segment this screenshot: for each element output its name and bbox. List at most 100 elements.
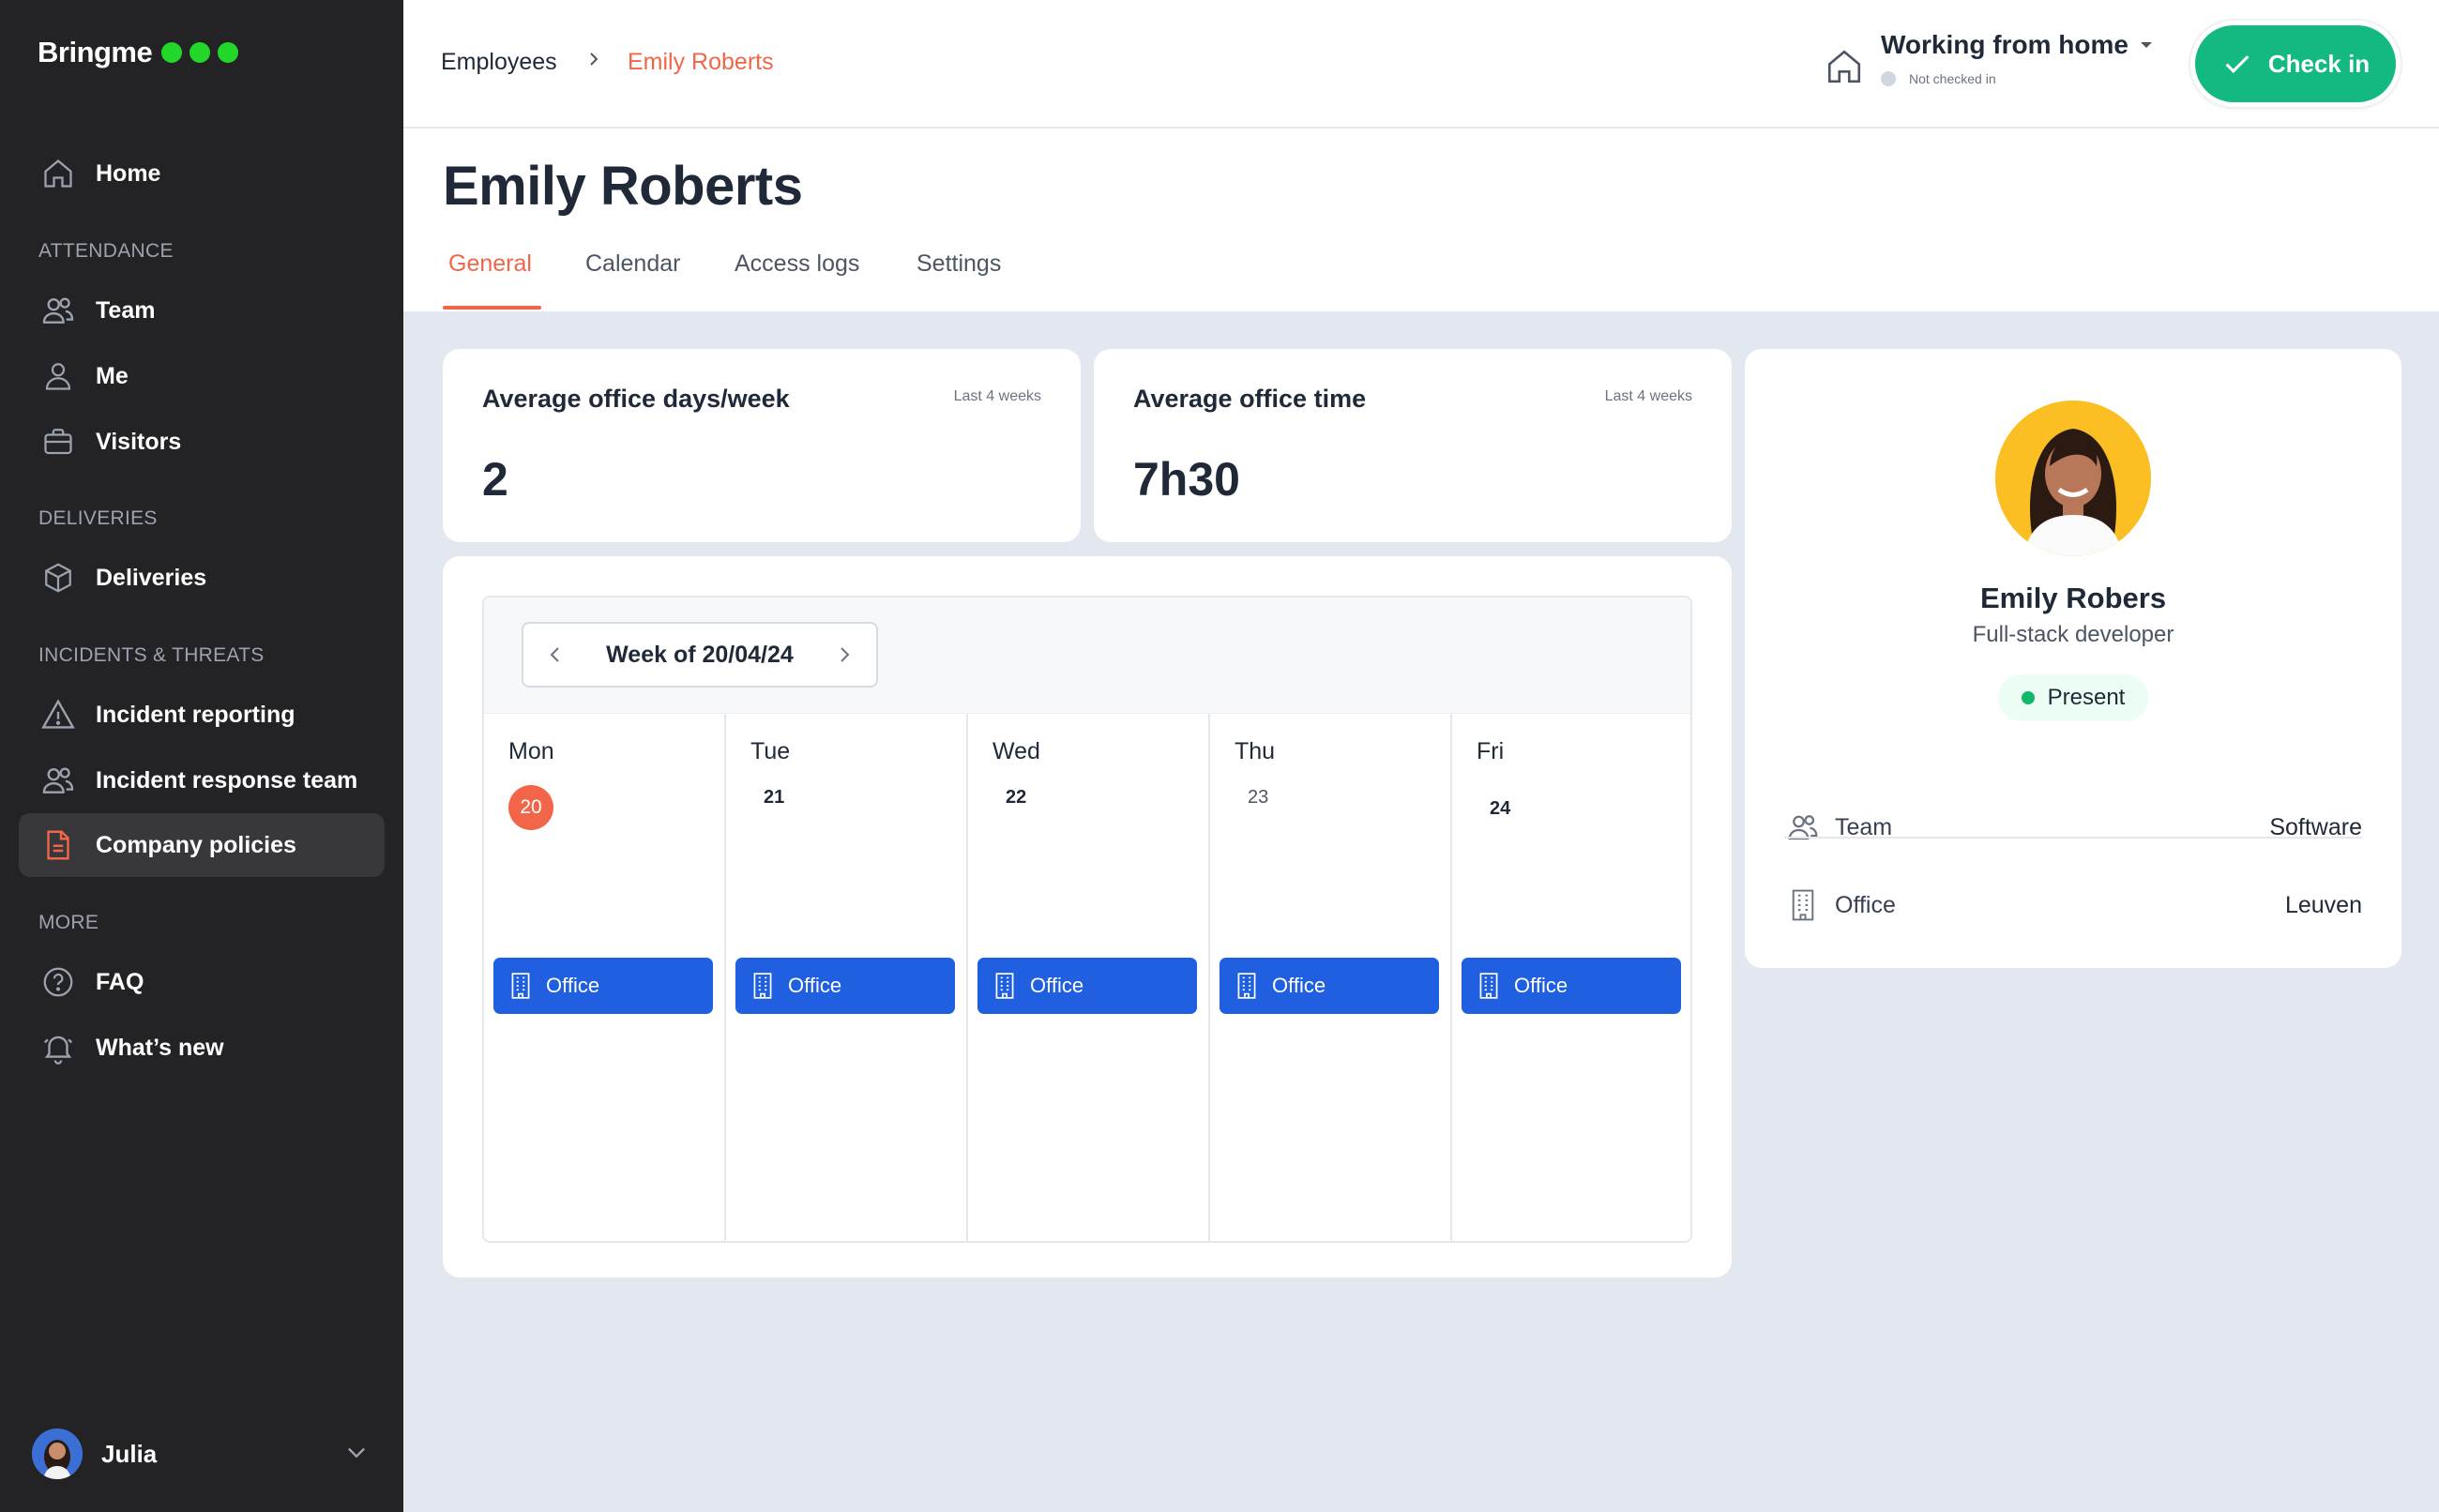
caret-down-icon	[2140, 40, 2153, 50]
day-number: 21	[764, 787, 785, 808]
day-name: Mon	[508, 738, 554, 764]
active-tab-indicator	[443, 306, 541, 310]
user-name: Julia	[101, 1439, 158, 1468]
profile-office-row: Office Leuven	[1784, 877, 2362, 933]
profile-avatar	[1995, 401, 2151, 556]
sidebar-item-home[interactable]: Home	[19, 142, 385, 205]
sidebar-item-company-policies[interactable]: Company policies	[19, 813, 385, 877]
office-event-label: Office	[1272, 974, 1326, 997]
breadcrumb-separator-icon	[584, 47, 603, 78]
office-event-label: Office	[1030, 974, 1084, 997]
sidebar-item-visitors[interactable]: Visitors	[19, 410, 385, 474]
building-icon	[1784, 886, 1822, 924]
sidebar-item-label: Deliveries	[96, 564, 207, 591]
sidebar-item-team[interactable]: Team	[19, 279, 385, 342]
sidebar-item-whats-new[interactable]: What’s new	[19, 1016, 385, 1080]
office-event[interactable]: Office	[735, 958, 955, 1014]
sidebar-item-label: Visitors	[96, 428, 182, 455]
sidebar-item-label: Home	[96, 159, 161, 187]
checkin-status: Not checked in	[1881, 71, 2153, 86]
sidebar: Bringme Home ATTENDANCE Team Me Visitors…	[0, 0, 403, 1512]
calendar-header: Week of 20/04/24	[484, 597, 1690, 714]
section-incidents: INCIDENTS & THREATS	[38, 644, 265, 666]
day-column-tue: Tue 21 Office	[726, 714, 968, 1241]
day-name: Tue	[750, 738, 791, 764]
page-title: Emily Roberts	[443, 156, 803, 217]
users-icon	[1784, 809, 1822, 846]
checkin-status-text: Not checked in	[1909, 71, 1996, 86]
home-icon	[1825, 47, 1864, 86]
sidebar-item-faq[interactable]: FAQ	[19, 950, 385, 1014]
office-event[interactable]: Office	[977, 958, 1197, 1014]
home-icon	[39, 155, 77, 192]
document-icon	[39, 826, 77, 864]
tab-settings[interactable]: Settings	[917, 250, 1001, 278]
brand-dots-icon	[161, 42, 239, 63]
day-name: Wed	[992, 738, 1040, 764]
check-icon	[2225, 55, 2250, 73]
chevron-right-icon[interactable]	[833, 643, 856, 666]
stat-title: Average office time	[1133, 385, 1367, 413]
warning-icon	[39, 696, 77, 733]
avatar	[32, 1429, 83, 1479]
office-event[interactable]: Office	[1462, 958, 1681, 1014]
office-event-label: Office	[1514, 974, 1568, 997]
tab-access-logs[interactable]: Access logs	[735, 250, 859, 278]
briefcase-icon	[39, 423, 77, 461]
day-number: 24	[1490, 798, 1511, 819]
sidebar-item-deliveries[interactable]: Deliveries	[19, 546, 385, 610]
status-badge: Present	[1998, 674, 2148, 721]
sidebar-item-incident-reporting[interactable]: Incident reporting	[19, 683, 385, 747]
page-header: Emily Roberts General Calendar Access lo…	[403, 129, 2439, 311]
profile-team-row: Team Software	[1784, 799, 2362, 855]
sidebar-item-me[interactable]: Me	[19, 344, 385, 408]
stat-value: 7h30	[1133, 453, 1240, 506]
chevron-down-icon[interactable]	[343, 1439, 370, 1470]
stat-period: Last 4 weeks	[953, 388, 1041, 404]
work-mode-title: Working from home	[1881, 30, 2153, 60]
tab-general[interactable]: General	[448, 250, 532, 278]
sidebar-item-incident-response-team[interactable]: Incident response team	[19, 748, 385, 812]
sidebar-item-label: Incident reporting	[96, 701, 295, 728]
user-menu[interactable]: Julia	[32, 1428, 370, 1480]
week-calendar: Week of 20/04/24 Mon 20 Office Tue 21 Of…	[482, 596, 1692, 1243]
day-column-fri: Fri 24 Office	[1452, 714, 1690, 1241]
breadcrumb-employees[interactable]: Employees	[441, 49, 557, 76]
building-icon	[1479, 973, 1498, 999]
profile-role: Full-stack developer	[1972, 622, 2174, 647]
profile-office-value: Leuven	[2284, 891, 2362, 918]
week-calendar-card: Week of 20/04/24 Mon 20 Office Tue 21 Of…	[443, 556, 1732, 1278]
day-name: Fri	[1477, 738, 1505, 764]
brand-logo[interactable]: Bringme	[38, 36, 239, 69]
profile-office-label: Office	[1835, 891, 1896, 918]
stat-title: Average office days/week	[482, 385, 790, 413]
week-picker: Week of 20/04/24	[522, 622, 878, 688]
users-icon	[39, 762, 77, 799]
box-icon	[39, 559, 77, 597]
office-event-label: Office	[788, 974, 842, 997]
sidebar-item-label: What’s new	[96, 1034, 224, 1061]
section-deliveries: DELIVERIES	[38, 507, 158, 529]
tab-calendar[interactable]: Calendar	[585, 250, 680, 278]
profile-name: Emily Robers	[1979, 582, 2167, 614]
check-in-button[interactable]: Check in	[2195, 25, 2396, 102]
stat-card-office-days: Average office days/week Last 4 weeks 2	[443, 349, 1081, 542]
breadcrumb-current: Emily Roberts	[628, 49, 774, 75]
office-event[interactable]: Office	[493, 958, 713, 1014]
work-mode-selector[interactable]: Working from home Not checked in	[1825, 30, 2153, 86]
section-attendance: ATTENDANCE	[38, 240, 174, 262]
stat-card-office-time: Average office time Last 4 weeks 7h30	[1094, 349, 1732, 542]
office-event-label: Office	[546, 974, 600, 997]
status-badge-label: Present	[2047, 685, 2126, 710]
chevron-left-icon[interactable]	[544, 643, 567, 666]
status-dot-icon	[2021, 691, 2035, 704]
user-icon	[39, 357, 77, 395]
check-in-label: Check in	[2267, 49, 2371, 78]
sidebar-item-label: Me	[96, 362, 129, 389]
question-icon	[39, 963, 77, 1001]
building-icon	[511, 973, 530, 999]
top-bar: Employees Emily Roberts Working from hom…	[403, 0, 2439, 129]
week-label: Week of 20/04/24	[606, 641, 794, 668]
office-event[interactable]: Office	[1220, 958, 1439, 1014]
work-mode-label: Working from home	[1881, 30, 2128, 59]
